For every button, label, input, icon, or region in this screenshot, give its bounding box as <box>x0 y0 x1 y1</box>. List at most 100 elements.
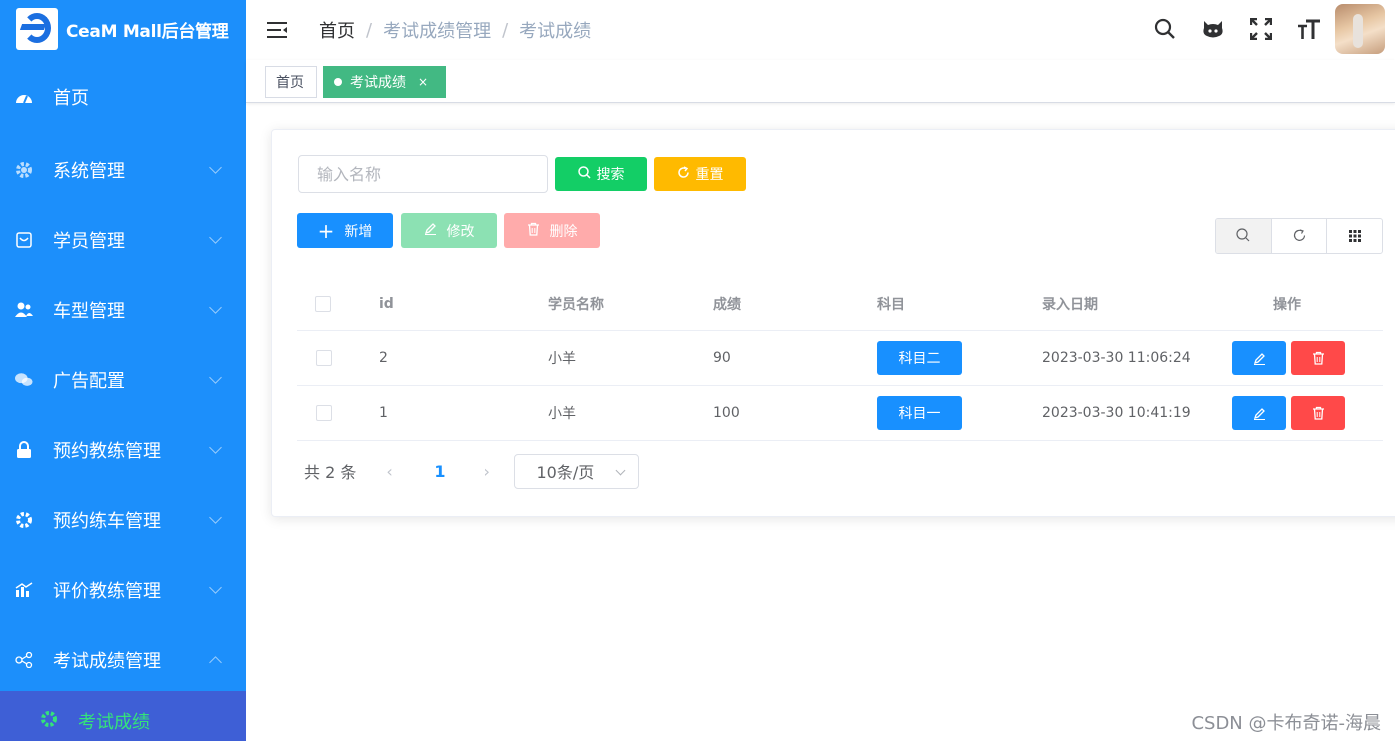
sidebar-item-label: 学员管理 <box>53 231 125 252</box>
sidebar-item-practice-booking[interactable]: 预约练车管理 <box>0 485 246 555</box>
grid-icon <box>1348 227 1361 246</box>
chevron-down-icon <box>209 231 222 244</box>
table-row: 2 小羊 90 科目二 2023-03-30 11:06:24 <box>297 331 1383 386</box>
delete-button-label: 删除 <box>549 223 578 240</box>
row-delete-button[interactable] <box>1291 396 1345 430</box>
sidebar-item-system[interactable]: 系统管理 <box>0 135 246 205</box>
chevron-up-icon <box>209 656 222 669</box>
share-icon <box>15 651 33 669</box>
search-button[interactable]: 搜索 <box>555 157 647 191</box>
app-title: CeaM Mall后台管理 <box>66 21 229 42</box>
tag-exam-score[interactable]: 考试成绩 × <box>323 66 446 98</box>
row-checkbox[interactable] <box>316 405 332 421</box>
sidebar-subitem-exam-score[interactable]: 考试成绩 <box>0 691 246 741</box>
trash-icon <box>527 222 540 240</box>
refresh-button[interactable] <box>1270 219 1327 253</box>
col-header-subject: 科目 <box>877 296 905 313</box>
sidebar-item-exam-scores[interactable]: 考试成绩管理 <box>0 625 246 695</box>
font-size-icon[interactable] <box>1285 4 1333 54</box>
fullscreen-icon[interactable] <box>1237 4 1285 54</box>
gear-icon <box>15 161 33 179</box>
refresh-icon <box>677 165 690 183</box>
breadcrumb-home[interactable]: 首页 <box>319 17 355 43</box>
search-button-label: 搜索 <box>596 167 625 183</box>
reset-button-label: 重置 <box>695 167 724 183</box>
table-tools <box>1215 218 1383 254</box>
row-edit-button[interactable] <box>1232 396 1286 430</box>
edit-button[interactable]: 修改 <box>401 213 497 248</box>
watermark: CSDN @卡布奇诺-海晨 <box>1191 713 1381 734</box>
chevron-down-icon <box>209 371 222 384</box>
avatar[interactable] <box>1335 4 1385 54</box>
chart-icon <box>15 581 33 599</box>
add-button[interactable]: + 新增 <box>297 213 393 248</box>
sidebar-item-label: 首页 <box>53 87 89 109</box>
cell-score: 90 <box>713 350 731 366</box>
sidebar-item-coach-review[interactable]: 评价教练管理 <box>0 555 246 625</box>
breadcrumb-separator: / <box>502 19 509 41</box>
search-input[interactable] <box>298 155 548 193</box>
cell-name: 小羊 <box>548 406 576 422</box>
subject-tag[interactable]: 科目一 <box>877 396 962 430</box>
toggle-search-button[interactable] <box>1216 219 1271 253</box>
table-row: 1 小羊 100 科目一 2023-03-30 10:41:19 <box>297 386 1383 441</box>
row-delete-button[interactable] <box>1291 341 1345 375</box>
row-checkbox[interactable] <box>316 350 332 366</box>
menu-toggle-icon[interactable] <box>267 21 289 39</box>
cell-name: 小羊 <box>548 351 576 367</box>
prev-page-icon[interactable]: ‹ <box>386 462 396 481</box>
columns-button[interactable] <box>1326 219 1382 253</box>
search-icon[interactable] <box>1141 4 1189 54</box>
sidebar-subitem-label: 考试成绩 <box>78 712 150 733</box>
sidebar-item-home[interactable]: 首页 <box>0 58 246 135</box>
sidebar-item-students[interactable]: 学员管理 <box>0 205 246 275</box>
table-header-row: id 学员名称 成绩 科目 录入日期 操作 <box>297 277 1383 331</box>
search-icon <box>1236 227 1250 246</box>
select-all-checkbox[interactable] <box>315 295 331 312</box>
sidebar-item-label: 考试成绩管理 <box>53 651 161 672</box>
reset-button[interactable]: 重置 <box>654 157 746 191</box>
cog-icon <box>15 511 33 529</box>
sidebar-item-cars[interactable]: 车型管理 <box>0 275 246 345</box>
edit-icon <box>1253 352 1265 365</box>
edit-button-label: 修改 <box>446 223 475 240</box>
subject-tag[interactable]: 科目二 <box>877 341 962 375</box>
pagination-total: 共 2 条 <box>304 463 357 482</box>
edit-icon <box>424 222 437 239</box>
trash-icon <box>1312 406 1324 420</box>
github-icon[interactable] <box>1189 4 1237 54</box>
edit-icon <box>1253 407 1265 420</box>
wechat-icon <box>15 371 33 389</box>
logo[interactable]: CeaM Mall后台管理 <box>0 0 246 58</box>
active-dot <box>334 78 342 86</box>
inbox-icon <box>15 231 33 249</box>
trash-icon <box>1312 351 1324 365</box>
tag-label: 考试成绩 <box>350 75 406 91</box>
sidebar-item-label: 系统管理 <box>53 161 125 182</box>
cell-id: 1 <box>379 405 388 421</box>
row-edit-button[interactable] <box>1232 341 1286 375</box>
col-header-date: 录入日期 <box>1042 296 1098 313</box>
refresh-icon <box>1293 227 1306 246</box>
search-icon <box>577 165 591 183</box>
page-number[interactable]: 1 <box>434 462 445 481</box>
delete-button[interactable]: 删除 <box>504 213 600 248</box>
sidebar-item-label: 预约教练管理 <box>53 441 161 462</box>
cell-date: 2023-03-30 11:06:24 <box>1042 350 1191 366</box>
content-card: 搜索 重置 + 新增 修改 删除 id 学员名称 成绩 科目 录入 <box>271 129 1395 517</box>
next-page-icon[interactable]: › <box>484 462 494 481</box>
tag-home[interactable]: 首页 <box>265 66 317 98</box>
cell-date: 2023-03-30 10:41:19 <box>1042 405 1191 421</box>
col-header-ops: 操作 <box>1273 296 1301 313</box>
breadcrumb-section: 考试成绩管理 <box>383 21 492 42</box>
page-size-select[interactable]: 10条/页 <box>513 453 639 489</box>
col-header-id: id <box>379 295 394 312</box>
close-icon[interactable]: × <box>418 75 428 89</box>
sidebar-item-ads[interactable]: 广告配置 <box>0 345 246 415</box>
add-button-label: 新增 <box>344 223 373 240</box>
sidebar-item-coach-booking[interactable]: 预约教练管理 <box>0 415 246 485</box>
chevron-down-icon <box>615 465 625 475</box>
tags-view: 首页 考试成绩 × <box>246 60 1395 103</box>
col-header-name: 学员名称 <box>548 296 604 313</box>
plus-icon: + <box>317 218 335 243</box>
